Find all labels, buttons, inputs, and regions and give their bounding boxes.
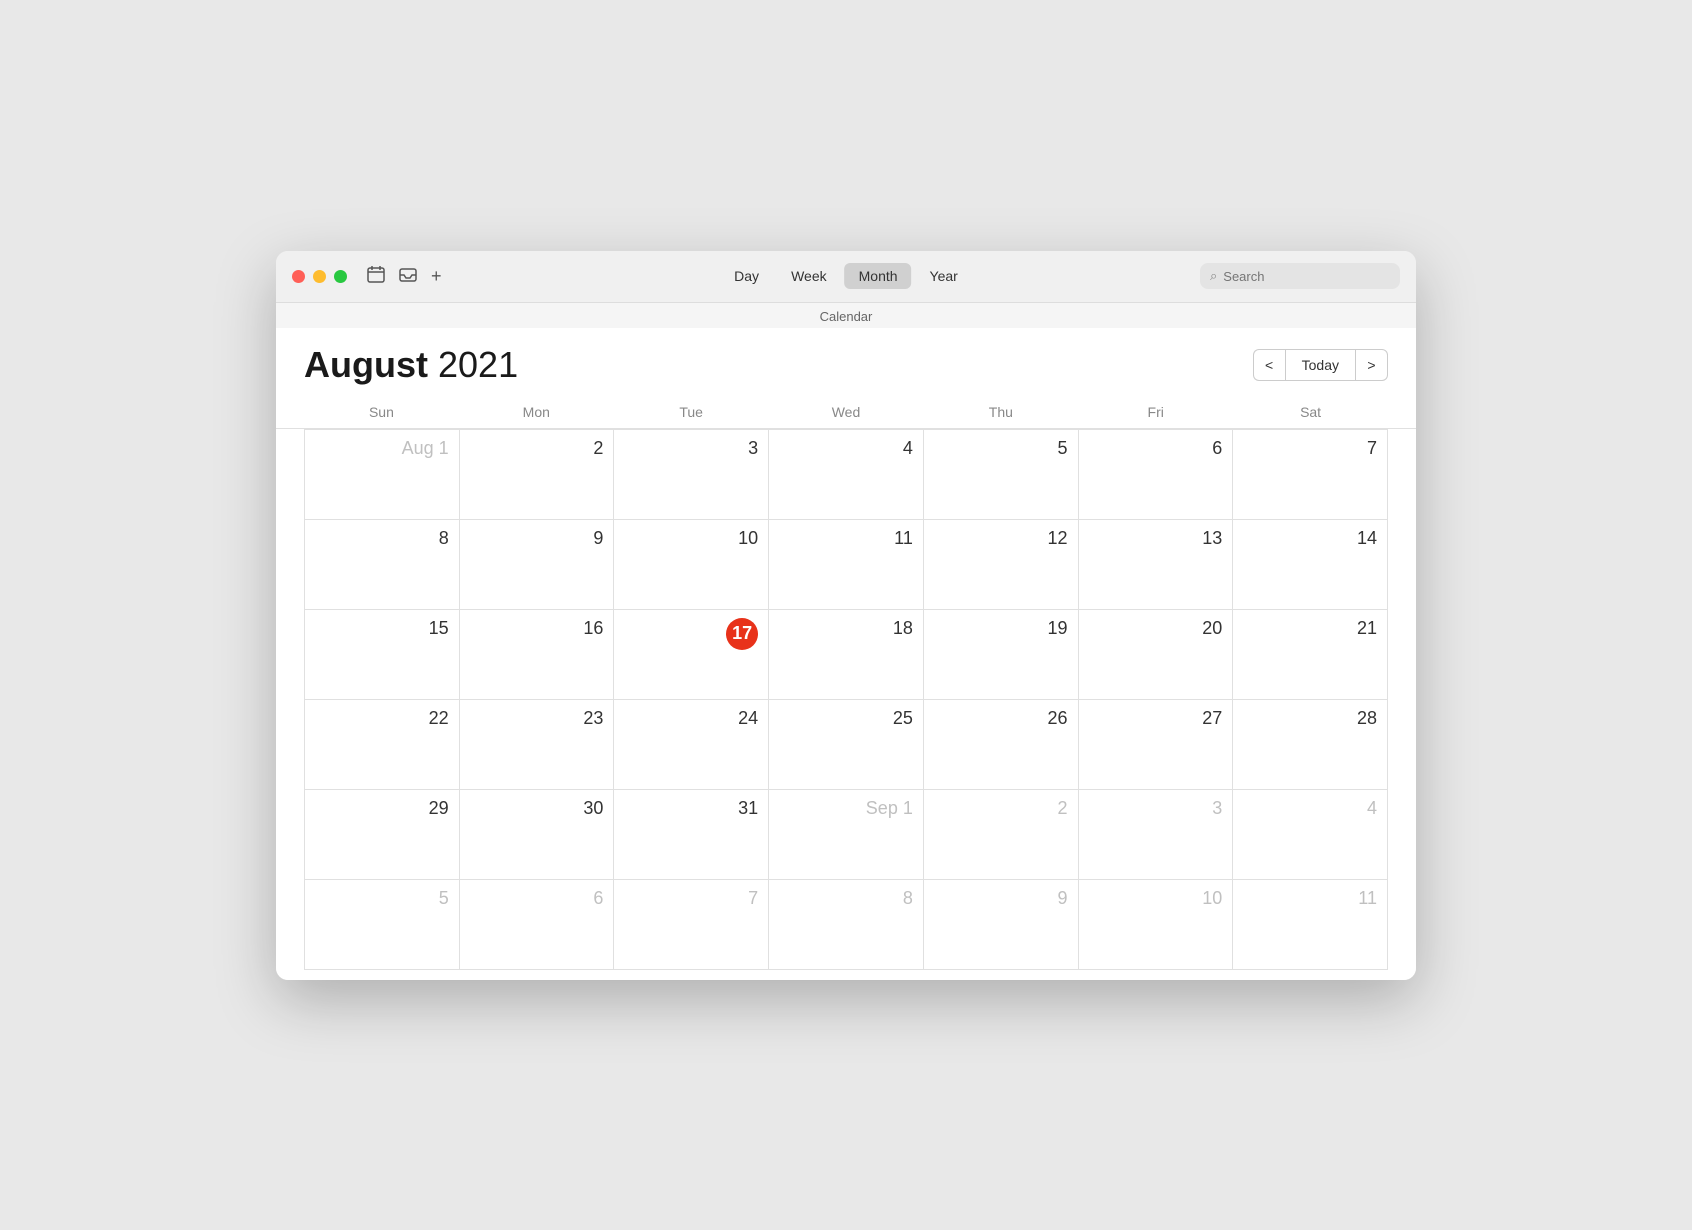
day-header-mon: Mon xyxy=(459,396,614,428)
calendar-icon[interactable] xyxy=(367,265,385,288)
calendar-cell[interactable]: 4 xyxy=(769,430,924,520)
calendar-cell[interactable]: 9 xyxy=(460,520,615,610)
next-month-button[interactable]: > xyxy=(1356,349,1388,381)
day-header-fri: Fri xyxy=(1078,396,1233,428)
calendar-cell[interactable]: 2 xyxy=(460,430,615,520)
calendar-cell[interactable]: 26 xyxy=(924,700,1079,790)
calendar-cell[interactable]: 24 xyxy=(614,700,769,790)
day-header-tue: Tue xyxy=(614,396,769,428)
maximize-button[interactable] xyxy=(334,270,347,283)
day-header-sat: Sat xyxy=(1233,396,1388,428)
calendar-cell[interactable]: 16 xyxy=(460,610,615,700)
calendar-cell[interactable]: 19 xyxy=(924,610,1079,700)
calendar-grid: Aug 123456789101112131415161718192021222… xyxy=(304,429,1388,970)
calendar-cell[interactable]: 13 xyxy=(1079,520,1234,610)
calendar-cell[interactable]: 11 xyxy=(1233,880,1388,970)
month-year-title: August 2021 // Inline script to set year… xyxy=(304,344,518,386)
window-controls xyxy=(292,270,347,283)
calendar-cell[interactable]: 21 xyxy=(1233,610,1388,700)
prev-month-button[interactable]: < xyxy=(1253,349,1285,381)
calendar-cell[interactable]: 23 xyxy=(460,700,615,790)
day-header-sun: Sun xyxy=(304,396,459,428)
calendar-cell[interactable]: 10 xyxy=(1079,880,1234,970)
nav-controls: < Today > xyxy=(1253,349,1388,381)
calendar-cell[interactable]: 28 xyxy=(1233,700,1388,790)
calendar-cell[interactable]: 6 xyxy=(1079,430,1234,520)
close-button[interactable] xyxy=(292,270,305,283)
calendar-cell[interactable]: 5 xyxy=(305,880,460,970)
toolbar-icons: + xyxy=(367,265,442,288)
calendar-cell[interactable]: 29 xyxy=(305,790,460,880)
today-button[interactable]: Today xyxy=(1285,349,1356,381)
month-name: August xyxy=(304,344,428,385)
calendar-cell[interactable]: 10 xyxy=(614,520,769,610)
search-input[interactable] xyxy=(1223,269,1390,284)
titlebar: + Day Week Month Year ⌕ xyxy=(276,251,1416,303)
view-day-button[interactable]: Day xyxy=(720,263,773,289)
calendar-cell[interactable]: 25 xyxy=(769,700,924,790)
calendar-cell[interactable]: 6 xyxy=(460,880,615,970)
calendar-cell[interactable]: 30 xyxy=(460,790,615,880)
calendar-cell[interactable]: 5 xyxy=(924,430,1079,520)
view-month-button[interactable]: Month xyxy=(845,263,912,289)
calendar-cell[interactable]: Sep 1 xyxy=(769,790,924,880)
calendar-cell[interactable]: 20 xyxy=(1079,610,1234,700)
calendar-cell[interactable]: 14 xyxy=(1233,520,1388,610)
view-week-button[interactable]: Week xyxy=(777,263,841,289)
search-icon: ⌕ xyxy=(1210,268,1217,284)
inbox-icon[interactable] xyxy=(399,265,417,288)
app-label: Calendar xyxy=(276,303,1416,328)
calendar-cell[interactable]: 2 xyxy=(924,790,1079,880)
calendar-cell[interactable]: 27 xyxy=(1079,700,1234,790)
calendar-cell[interactable]: 3 xyxy=(1079,790,1234,880)
calendar-cell[interactable]: 17 xyxy=(614,610,769,700)
view-switcher: Day Week Month Year xyxy=(720,263,972,289)
calendar-header: August 2021 // Inline script to set year… xyxy=(276,328,1416,396)
titlebar-right: ⌕ xyxy=(1200,263,1400,289)
calendar-cell[interactable]: 22 xyxy=(305,700,460,790)
calendar-cell[interactable]: 18 xyxy=(769,610,924,700)
calendar-window: + Day Week Month Year ⌕ Calendar August … xyxy=(276,251,1416,980)
calendar-cell[interactable]: 8 xyxy=(305,520,460,610)
search-box[interactable]: ⌕ xyxy=(1200,263,1400,289)
app-label-text: Calendar xyxy=(820,309,873,324)
day-header-wed: Wed xyxy=(769,396,924,428)
add-icon[interactable]: + xyxy=(431,266,442,287)
year-number: 2021 xyxy=(438,344,518,385)
calendar-cell[interactable]: 15 xyxy=(305,610,460,700)
calendar-cell[interactable]: 3 xyxy=(614,430,769,520)
calendar-cell[interactable]: Aug 1 xyxy=(305,430,460,520)
calendar-cell[interactable]: 12 xyxy=(924,520,1079,610)
minimize-button[interactable] xyxy=(313,270,326,283)
calendar-cell[interactable]: 4 xyxy=(1233,790,1388,880)
calendar-cell[interactable]: 8 xyxy=(769,880,924,970)
calendar-cell[interactable]: 7 xyxy=(614,880,769,970)
calendar-cell[interactable]: 11 xyxy=(769,520,924,610)
calendar-cell[interactable]: 7 xyxy=(1233,430,1388,520)
calendar-content: August 2021 // Inline script to set year… xyxy=(276,328,1416,980)
view-year-button[interactable]: Year xyxy=(916,263,972,289)
calendar-cell[interactable]: 9 xyxy=(924,880,1079,970)
day-header-thu: Thu xyxy=(923,396,1078,428)
day-headers: Sun Mon Tue Wed Thu Fri Sat xyxy=(276,396,1416,429)
calendar-cell[interactable]: 31 xyxy=(614,790,769,880)
